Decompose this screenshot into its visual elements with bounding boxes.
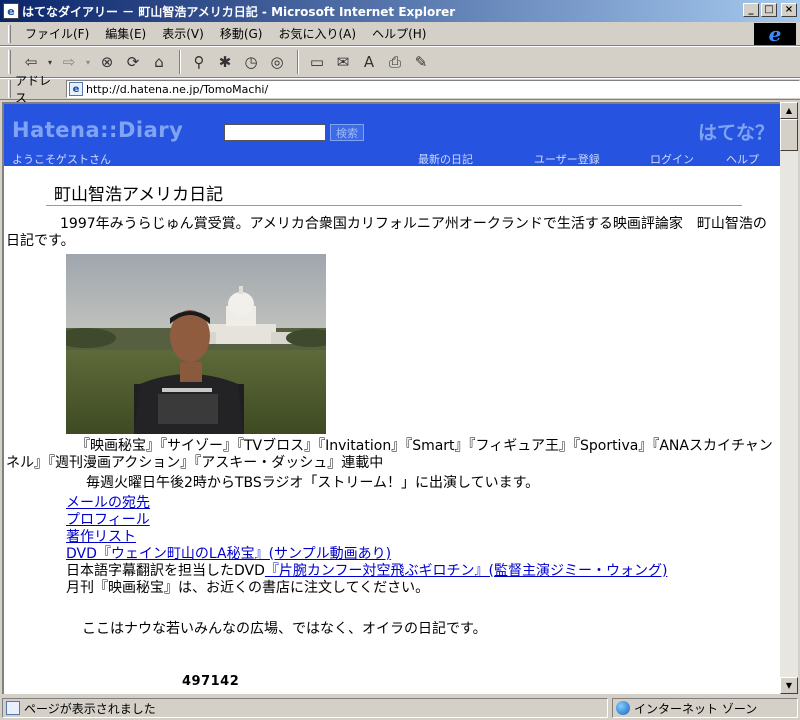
toolbar-separator [179,50,181,74]
order-note: 月刊『映画秘宝』は、お近くの書店に注文してください。 [66,580,430,596]
radio-text: 毎週火曜日午後2時からTBSラジオ「ストリーム！」に出演しています。 [86,475,540,491]
address-url[interactable]: http://d.hatena.ne.jp/TomoMachi/ [86,83,268,96]
menu-view[interactable]: 表示(V) [154,25,212,42]
toolbar-separator [297,50,299,74]
stop-icon[interactable]: ⊗ [95,50,119,74]
security-zone: インターネット ゾーン [612,698,798,718]
scroll-up-button[interactable]: ▲ [780,102,798,119]
favorites-icon[interactable]: ✱ [213,50,237,74]
window-controls: _ □ × [743,3,797,17]
address-grip [8,80,11,98]
address-input[interactable]: e http://d.hatena.ne.jp/TomoMachi/ [66,80,800,98]
nav-help[interactable]: ヘルプ [726,151,759,167]
intro-text: 1997年みうらじゅん賞受賞。アメリカ合衆国カリフォルニア州オークランドで生活す… [6,216,767,249]
address-bar: アドレス e http://d.hatena.ne.jp/TomoMachi/ [0,74,800,105]
nav-register[interactable]: ユーザー登録 [534,151,600,167]
refresh-icon[interactable]: ⟳ [121,50,145,74]
address-label: アドレス [14,74,51,105]
window-title: はてなダイアリー － 町山智浩アメリカ日記 - Microsoft Intern… [22,4,456,19]
internet-zone-icon [616,701,630,715]
browser-viewport: Hatena::Diary 検索 はてな？ ようこそゲストさん 最新の日記 ユー… [2,102,780,694]
home-icon[interactable]: ⌂ [147,50,171,74]
print-icon[interactable]: ⎙ [383,50,407,74]
toolbar-grip [8,50,11,74]
hatena-mark[interactable]: はてな？ [698,118,774,145]
menu-file[interactable]: ファイル(F) [17,25,97,42]
ie-page-icon: e [3,3,19,19]
font-icon[interactable]: A [357,50,381,74]
close-button[interactable]: × [781,3,797,17]
back-icon[interactable]: ⇦ [19,50,43,74]
page-done-icon [6,701,20,715]
title-bar: e はてなダイアリー － 町山智浩アメリカ日記 - Microsoft Inte… [0,0,800,22]
search-icon[interactable]: ⚲ [187,50,211,74]
scroll-down-button[interactable]: ▼ [780,677,798,694]
nav-latest[interactable]: 最新の日記 [418,151,473,167]
status-text: ページが表示されました [24,701,156,716]
menu-grip [8,24,11,43]
status-message: ページが表示されました [2,698,608,718]
access-counter: 497142 [182,674,240,689]
title-divider [46,205,742,206]
welcome-text: ようこそゲストさん [12,153,111,166]
page-icon: e [69,82,83,96]
edit-icon[interactable]: ✎ [409,50,433,74]
history-icon[interactable]: ◷ [239,50,263,74]
menu-favorites[interactable]: お気に入り(A) [270,25,364,42]
hatena-logo[interactable]: Hatena::Diary [12,118,183,142]
mail-icon[interactable]: ✉ [331,50,355,74]
toolbar: ⇦ ▾ ⇨ ▾ ⊗ ⟳ ⌂ ⚲ ✱ ◷ ◎ ▭ ✉ A ⎙ ✎ [0,46,800,78]
fullscreen-icon[interactable]: ▭ [305,50,329,74]
zone-text: インターネット ゾーン [634,701,758,716]
search-input[interactable] [224,124,326,141]
minimize-button[interactable]: _ [743,3,759,17]
hatena-header: Hatena::Diary 検索 はてな？ [4,104,780,150]
menu-help[interactable]: ヘルプ(H) [364,25,434,42]
back-dropdown-icon[interactable]: ▾ [45,50,55,74]
nav-login[interactable]: ログイン [650,151,694,167]
channels-icon[interactable]: ◎ [265,50,289,74]
profile-photo [66,254,326,434]
status-bar: ページが表示されました インターネット ゾーン [0,696,800,720]
magazines-text: 『映画秘宝』『サイゾー』『TVブロス』『Invitation』『Smart』『フ… [6,438,773,471]
search-button[interactable]: 検索 [330,124,364,141]
vertical-scrollbar[interactable]: ▲ ▼ [780,102,798,694]
menu-bar: ファイル(F) 編集(E) 表示(V) 移動(G) お気に入り(A) ヘルプ(H… [0,22,800,46]
forward-icon[interactable]: ⇨ [57,50,81,74]
page-title[interactable]: 町山智浩アメリカ日記 [54,180,223,205]
menu-edit[interactable]: 編集(E) [97,25,154,42]
menu-go[interactable]: 移動(G) [212,25,271,42]
scroll-thumb[interactable] [780,119,798,151]
maximize-button[interactable]: □ [761,3,777,17]
forward-dropdown-icon[interactable]: ▾ [83,50,93,74]
hatena-nav: ようこそゲストさん 最新の日記 ユーザー登録 ログイン ヘルプ [4,150,780,166]
motto-text: ここはナウな若いみんなの広場、ではなく、オイラの日記です。 [82,621,487,637]
ie-logo-icon: e [754,22,796,46]
